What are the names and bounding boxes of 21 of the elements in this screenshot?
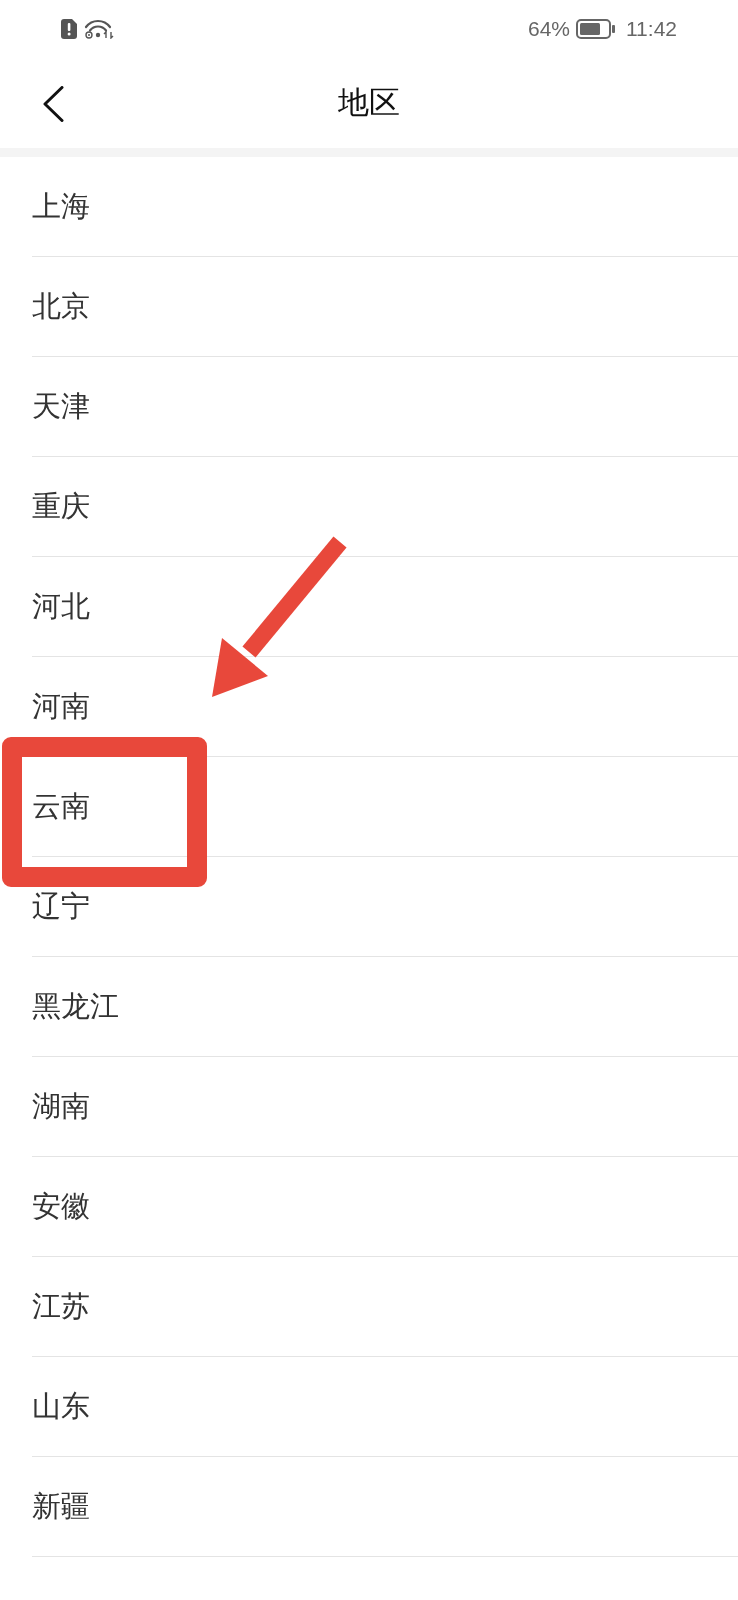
clock-time: 11:42 bbox=[626, 17, 677, 41]
region-item[interactable]: 黑龙江 bbox=[32, 992, 119, 1021]
region-item[interactable]: 湖南 bbox=[32, 1092, 90, 1121]
region-item[interactable]: 山东 bbox=[32, 1392, 90, 1421]
chevron-left-icon bbox=[42, 86, 64, 122]
wifi-icon bbox=[84, 19, 114, 39]
battery-percentage: 64% bbox=[527, 17, 570, 41]
region-item[interactable]: 河南 bbox=[32, 692, 90, 721]
region-item[interactable]: 辽宁 bbox=[32, 892, 90, 921]
region-item[interactable]: 河北 bbox=[32, 592, 90, 621]
battery-icon bbox=[576, 19, 616, 39]
region-item[interactable]: 江苏 bbox=[32, 1292, 90, 1321]
region-item[interactable]: 北京 bbox=[32, 292, 90, 321]
region-item[interactable]: 天津 bbox=[32, 392, 90, 421]
region-item[interactable]: 新疆 bbox=[32, 1492, 90, 1521]
region-item[interactable]: 重庆 bbox=[32, 492, 90, 521]
sim-alert-icon bbox=[61, 19, 77, 39]
page-title: 地区 bbox=[338, 83, 400, 122]
region-item[interactable]: 安徽 bbox=[32, 1192, 90, 1221]
region-item[interactable]: 上海 bbox=[32, 192, 90, 221]
region-item[interactable]: 云南 bbox=[32, 792, 90, 821]
